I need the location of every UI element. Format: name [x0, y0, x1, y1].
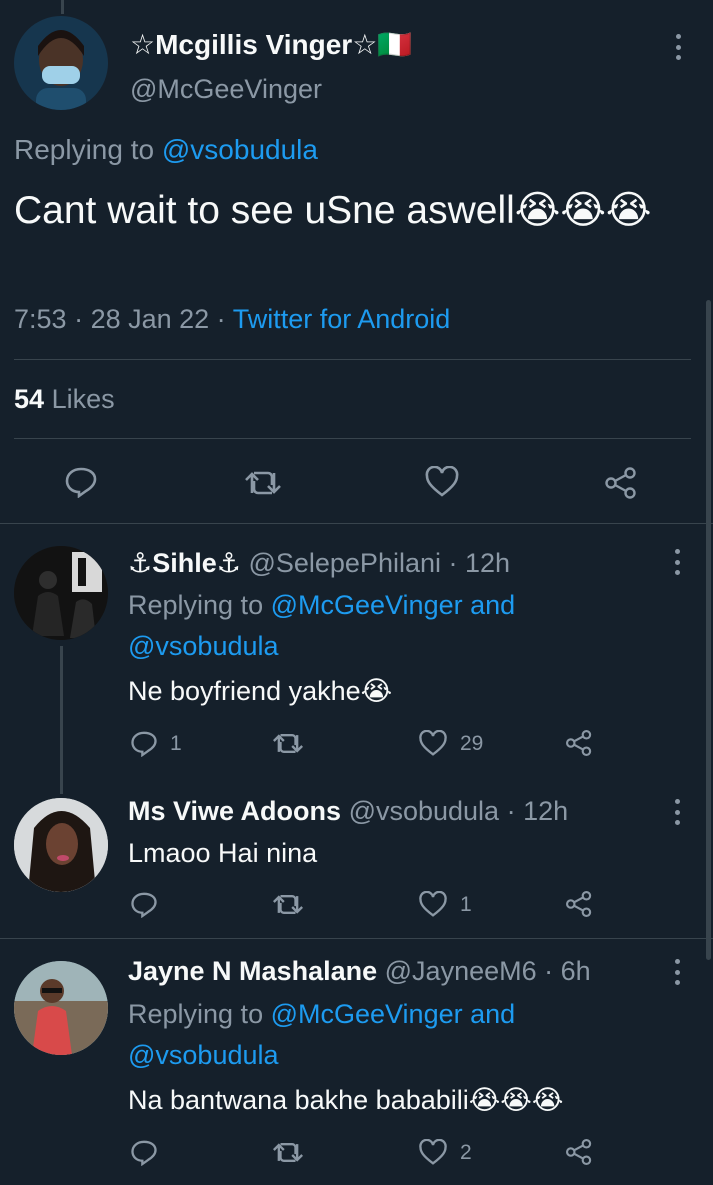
- replying-to-link[interactable]: @vsobudula: [128, 626, 279, 667]
- tweet-header: Jayne N Mashalane @JayneeM6 · 6h: [128, 956, 591, 986]
- like-icon: [419, 730, 447, 756]
- retweet-icon: [273, 895, 303, 914]
- reply-icon: [65, 467, 97, 498]
- replying-to: Replying to @McGeeVinger and: [128, 999, 516, 1029]
- retweet-button[interactable]: [272, 731, 304, 756]
- avatar[interactable]: [14, 546, 108, 640]
- tweet-time[interactable]: 12h: [523, 796, 568, 826]
- divider: [0, 938, 713, 939]
- reply-button[interactable]: 1: [130, 730, 182, 757]
- share-icon: [565, 729, 592, 757]
- share-button[interactable]: [604, 466, 638, 500]
- thread-line: [61, 0, 64, 14]
- main-tweet-header: ☆Mcgillis Vinger☆🇮🇹 @McGeeVinger: [14, 16, 699, 116]
- tweet-time[interactable]: 7:53: [14, 304, 67, 334]
- tweet-date[interactable]: 28 Jan 22: [91, 304, 210, 334]
- share-icon: [565, 1138, 592, 1166]
- display-name[interactable]: Ms Viwe Adoons: [128, 796, 341, 826]
- display-name[interactable]: Jayne N Mashalane: [128, 956, 377, 986]
- retweet-button[interactable]: [272, 892, 304, 917]
- reply-icon: [131, 892, 157, 918]
- like-count: 2: [460, 1140, 472, 1164]
- tweet-text: Ne boyfriend yakhe😭: [128, 676, 393, 706]
- retweet-icon: [245, 471, 281, 495]
- like-button[interactable]: 2: [418, 1139, 472, 1166]
- avatar-image: [14, 798, 108, 892]
- replying-to-link[interactable]: @vsobudula: [128, 1035, 279, 1076]
- user-handle[interactable]: @McGeeVinger: [130, 74, 322, 105]
- replying-to: Replying to @vsobudula: [14, 134, 318, 165]
- replying-to: Replying to @McGeeVinger and: [128, 590, 516, 620]
- avatar-image: [36, 30, 86, 110]
- share-icon: [605, 467, 636, 499]
- tweet-time[interactable]: 12h: [465, 548, 510, 578]
- tweet-header: ⚓Sihle⚓ @SelepePhilani · 12h: [128, 548, 511, 578]
- reply-button[interactable]: [130, 891, 170, 918]
- likes-stat[interactable]: 54 Likes: [14, 384, 115, 415]
- thread-line: [60, 646, 63, 794]
- more-icon[interactable]: [673, 959, 681, 985]
- flag-icon: 🇮🇹: [377, 28, 413, 61]
- like-button[interactable]: [424, 466, 460, 498]
- reply-icon: [131, 731, 157, 757]
- more-icon[interactable]: [673, 799, 681, 825]
- reply-count: 1: [170, 731, 182, 755]
- divider: [14, 359, 691, 360]
- retweet-icon: [273, 1143, 303, 1162]
- like-button[interactable]: 1: [418, 891, 472, 918]
- replying-to-link[interactable]: @vsobudula: [162, 134, 318, 165]
- tweet-meta: 7:53 · 28 Jan 22 · Twitter for Android: [14, 304, 451, 334]
- user-handle[interactable]: @SelepePhilani: [248, 548, 441, 578]
- like-icon: [419, 1139, 447, 1165]
- avatar[interactable]: [14, 961, 108, 1055]
- reply-button[interactable]: [64, 466, 98, 498]
- scrollbar[interactable]: [706, 300, 711, 960]
- retweet-button[interactable]: [272, 1140, 304, 1165]
- like-count: 29: [460, 731, 484, 755]
- replying-to-link[interactable]: @McGeeVinger and: [271, 590, 516, 620]
- more-icon[interactable]: [674, 34, 682, 60]
- share-button[interactable]: [565, 1138, 593, 1166]
- tweet-text: Cant wait to see uSne aswell😭😭😭: [14, 189, 652, 232]
- tweet-header: Ms Viwe Adoons @vsobudula · 12h: [128, 796, 569, 826]
- tweet-source[interactable]: Twitter for Android: [233, 304, 451, 334]
- avatar[interactable]: [14, 16, 108, 110]
- share-button[interactable]: [565, 890, 593, 918]
- retweet-button[interactable]: [244, 468, 282, 498]
- like-icon: [425, 466, 459, 497]
- display-name[interactable]: ⚓Sihle⚓: [128, 548, 241, 578]
- user-handle[interactable]: @vsobudula: [349, 796, 500, 826]
- like-button[interactable]: 29: [418, 730, 483, 757]
- retweet-icon: [273, 734, 303, 753]
- avatar-image: [14, 546, 108, 640]
- like-icon: [419, 891, 447, 917]
- like-count: 1: [460, 892, 472, 916]
- display-name[interactable]: ☆Mcgillis Vinger☆🇮🇹: [130, 28, 412, 61]
- tweet-time[interactable]: 6h: [561, 956, 591, 986]
- tweet-text: Na bantwana bakhe bababili😭😭😭: [128, 1085, 564, 1115]
- divider: [14, 438, 691, 439]
- more-icon[interactable]: [673, 549, 681, 575]
- user-handle[interactable]: @JayneeM6: [385, 956, 537, 986]
- avatar-image: [14, 961, 108, 1055]
- avatar[interactable]: [14, 798, 108, 892]
- share-icon: [565, 890, 592, 918]
- share-button[interactable]: [565, 729, 593, 757]
- reply-button[interactable]: [130, 1139, 170, 1166]
- replying-to-link[interactable]: @McGeeVinger and: [271, 999, 516, 1029]
- divider: [0, 523, 713, 524]
- reply-icon: [131, 1140, 157, 1166]
- tweet-text: Lmaoo Hai nina: [128, 838, 318, 868]
